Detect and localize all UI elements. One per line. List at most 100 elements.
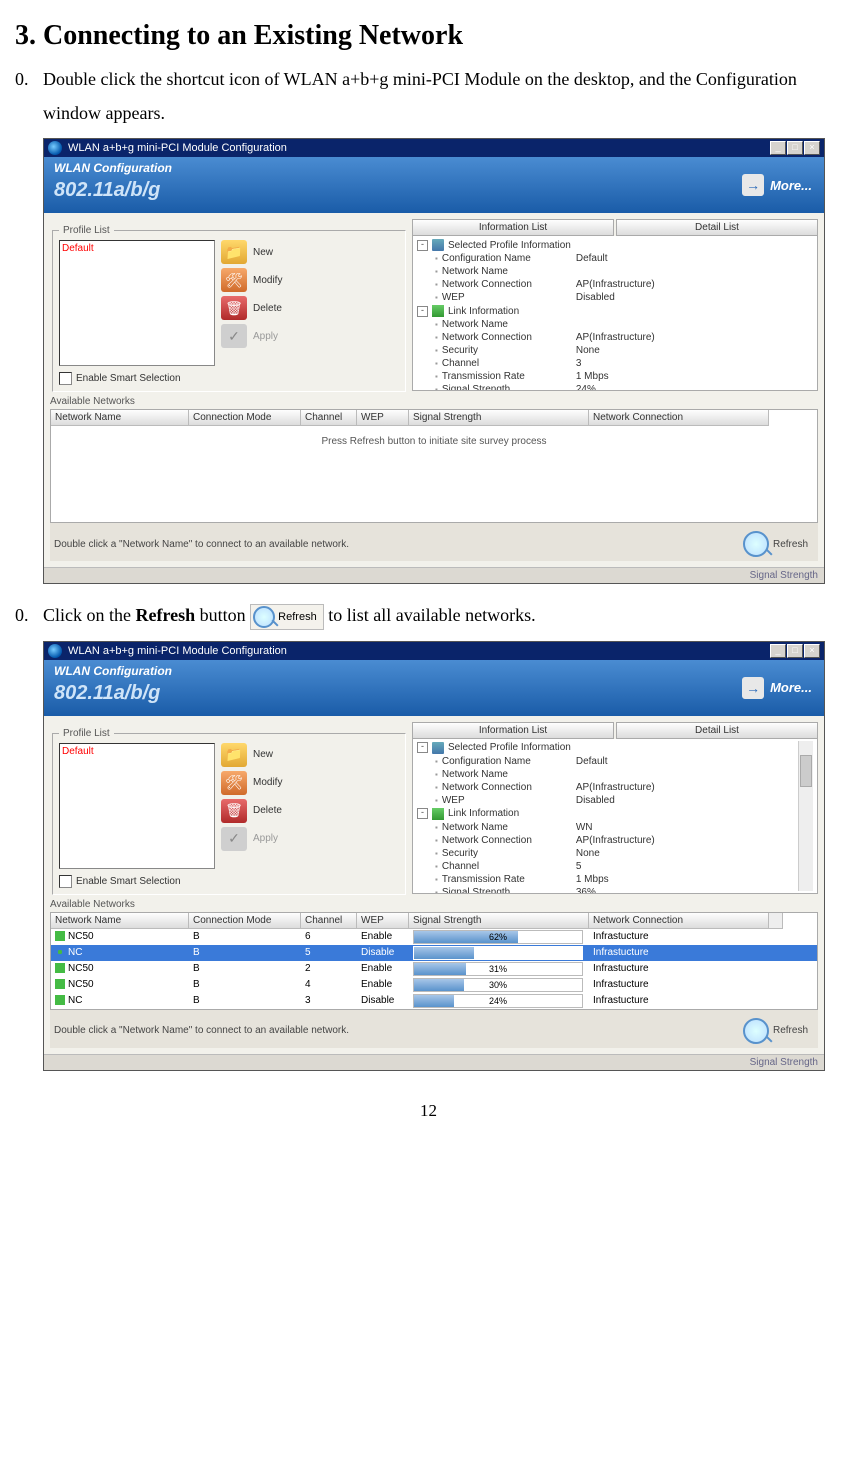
profile-info-icon xyxy=(432,239,444,251)
profile-item-default[interactable]: Default xyxy=(62,746,212,757)
arrow-right-icon: → xyxy=(742,174,764,196)
section-heading: 3. Connecting to an Existing Network xyxy=(15,20,842,52)
col-network-connection[interactable]: Network Connection xyxy=(589,410,769,426)
info-tree[interactable]: -Selected Profile Information ▪Configura… xyxy=(417,741,796,891)
minimize-button[interactable]: _ xyxy=(770,644,786,658)
info-row: ▪Network ConnectionAP(Infrastructure) xyxy=(417,331,813,344)
folder-new-icon: 📁 xyxy=(221,743,247,767)
titlebar[interactable]: WLAN a+b+g mini-PCI Module Configuration… xyxy=(44,139,824,157)
col-channel[interactable]: Channel xyxy=(301,410,357,426)
info-row: ▪Transmission Rate1 Mbps xyxy=(417,370,813,383)
info-row: ▪Network ConnectionAP(Infrastructure) xyxy=(417,278,813,291)
col-connection-mode[interactable]: Connection Mode xyxy=(189,410,301,426)
delete-profile-button[interactable]: 🗑Delete xyxy=(221,296,282,320)
network-row[interactable]: NCB3Disable24%Infrastucture xyxy=(51,993,817,1009)
tab-detail-list[interactable]: Detail List xyxy=(616,722,818,739)
antenna-icon xyxy=(55,963,65,973)
magnifier-icon xyxy=(743,531,769,557)
close-button[interactable]: × xyxy=(804,141,820,155)
info-row: ▪SecurityNone xyxy=(417,847,796,860)
enable-smart-checkbox[interactable] xyxy=(59,875,72,888)
info-row: ▪Signal Strength36% xyxy=(417,886,796,894)
profile-item-default[interactable]: Default xyxy=(62,243,212,254)
info-row: ▪Network ConnectionAP(Infrastructure) xyxy=(417,781,796,794)
new-profile-button[interactable]: 📁New xyxy=(221,743,282,767)
info-row: ▪WEPDisabled xyxy=(417,794,796,807)
magnifier-icon xyxy=(743,1018,769,1044)
col-wep[interactable]: WEP xyxy=(357,410,409,426)
refresh-button[interactable]: Refresh xyxy=(737,529,814,559)
col-scroll xyxy=(769,913,783,929)
more-button[interactable]: → More... xyxy=(742,174,812,196)
trash-icon: 🗑 xyxy=(221,799,247,823)
statusbar: Signal Strength xyxy=(44,567,824,583)
scrollbar[interactable] xyxy=(798,741,813,891)
magnifier-icon xyxy=(253,606,275,628)
minimize-button[interactable]: _ xyxy=(770,141,786,155)
antenna-icon xyxy=(55,979,65,989)
maximize-button[interactable]: □ xyxy=(787,644,803,658)
antenna-icon xyxy=(55,947,65,957)
info-row: ▪SecurityNone xyxy=(417,344,813,357)
window-title: WLAN a+b+g mini-PCI Module Configuration xyxy=(68,142,287,154)
col-network-name[interactable]: Network Name xyxy=(51,913,189,929)
network-row[interactable]: NC50B2Enable31%Infrastucture xyxy=(51,961,817,977)
info-tree[interactable]: -Selected Profile Information ▪Configura… xyxy=(417,238,813,388)
modify-profile-button[interactable]: 🛠Modify xyxy=(221,771,282,795)
config-window-2: WLAN a+b+g mini-PCI Module Configuration… xyxy=(43,641,825,1071)
site-survey-placeholder: Press Refresh button to initiate site su… xyxy=(51,426,817,457)
check-icon: ✓ xyxy=(221,827,247,851)
new-profile-button[interactable]: 📁New xyxy=(221,240,282,264)
folder-new-icon: 📁 xyxy=(221,240,247,264)
profile-list-panel: Profile List Default 📁New 🛠Modify 🗑Delet… xyxy=(52,728,406,895)
profile-listbox[interactable]: Default xyxy=(59,743,215,869)
apply-profile-button: ✓Apply xyxy=(221,324,282,348)
col-connection-mode[interactable]: Connection Mode xyxy=(189,913,301,929)
collapse-icon[interactable]: - xyxy=(417,742,428,753)
info-row: ▪Network Name xyxy=(417,265,813,278)
modify-profile-button[interactable]: 🛠Modify xyxy=(221,268,282,292)
profile-info-icon xyxy=(432,742,444,754)
wrench-icon: 🛠 xyxy=(221,771,247,795)
window-title: WLAN a+b+g mini-PCI Module Configuration xyxy=(68,645,287,657)
collapse-icon[interactable]: - xyxy=(417,306,428,317)
banner: WLAN Configuration 802.11a/b/g → More... xyxy=(44,660,824,716)
col-channel[interactable]: Channel xyxy=(301,913,357,929)
networks-table: Network Name Connection Mode Channel WEP… xyxy=(50,409,818,523)
config-window-1: WLAN a+b+g mini-PCI Module Configuration… xyxy=(43,138,825,584)
available-networks-label: Available Networks xyxy=(50,396,818,407)
link-info-icon xyxy=(432,305,444,317)
col-signal-strength[interactable]: Signal Strength xyxy=(409,410,589,426)
info-row: ▪Configuration NameDefault xyxy=(417,252,813,265)
col-wep[interactable]: WEP xyxy=(357,913,409,929)
enable-smart-checkbox[interactable] xyxy=(59,372,72,385)
col-network-connection[interactable]: Network Connection xyxy=(589,913,769,929)
delete-profile-button[interactable]: 🗑Delete xyxy=(221,799,282,823)
maximize-button[interactable]: □ xyxy=(787,141,803,155)
collapse-icon[interactable]: - xyxy=(417,808,428,819)
col-network-name[interactable]: Network Name xyxy=(51,410,189,426)
apply-profile-button: ✓Apply xyxy=(221,827,282,851)
network-row[interactable]: NC50B4Enable30%Infrastucture xyxy=(51,977,817,993)
info-row: ▪Configuration NameDefault xyxy=(417,755,796,768)
connect-hint: Double click a "Network Name" to connect… xyxy=(54,539,349,550)
step-1: 0.Double click the shortcut icon of WLAN… xyxy=(43,62,842,130)
close-button[interactable]: × xyxy=(804,644,820,658)
page-number: 12 xyxy=(15,1101,842,1121)
network-row[interactable]: NCB5Disable36%Infrastucture xyxy=(51,945,817,961)
refresh-button[interactable]: Refresh xyxy=(737,1016,814,1046)
info-row: ▪Transmission Rate1 Mbps xyxy=(417,873,796,886)
network-row[interactable]: NC50B6Enable62%Infrastucture xyxy=(51,929,817,945)
connect-hint: Double click a "Network Name" to connect… xyxy=(54,1025,349,1036)
antenna-icon xyxy=(55,995,65,1005)
titlebar[interactable]: WLAN a+b+g mini-PCI Module Configuration… xyxy=(44,642,824,660)
col-signal-strength[interactable]: Signal Strength xyxy=(409,913,589,929)
info-row: ▪Network Name xyxy=(417,768,796,781)
enable-smart-label: Enable Smart Selection xyxy=(76,373,181,384)
collapse-icon[interactable]: - xyxy=(417,240,428,251)
more-button[interactable]: → More... xyxy=(742,677,812,699)
tab-information-list[interactable]: Information List xyxy=(412,219,614,236)
profile-listbox[interactable]: Default xyxy=(59,240,215,366)
tab-information-list[interactable]: Information List xyxy=(412,722,614,739)
tab-detail-list[interactable]: Detail List xyxy=(616,219,818,236)
